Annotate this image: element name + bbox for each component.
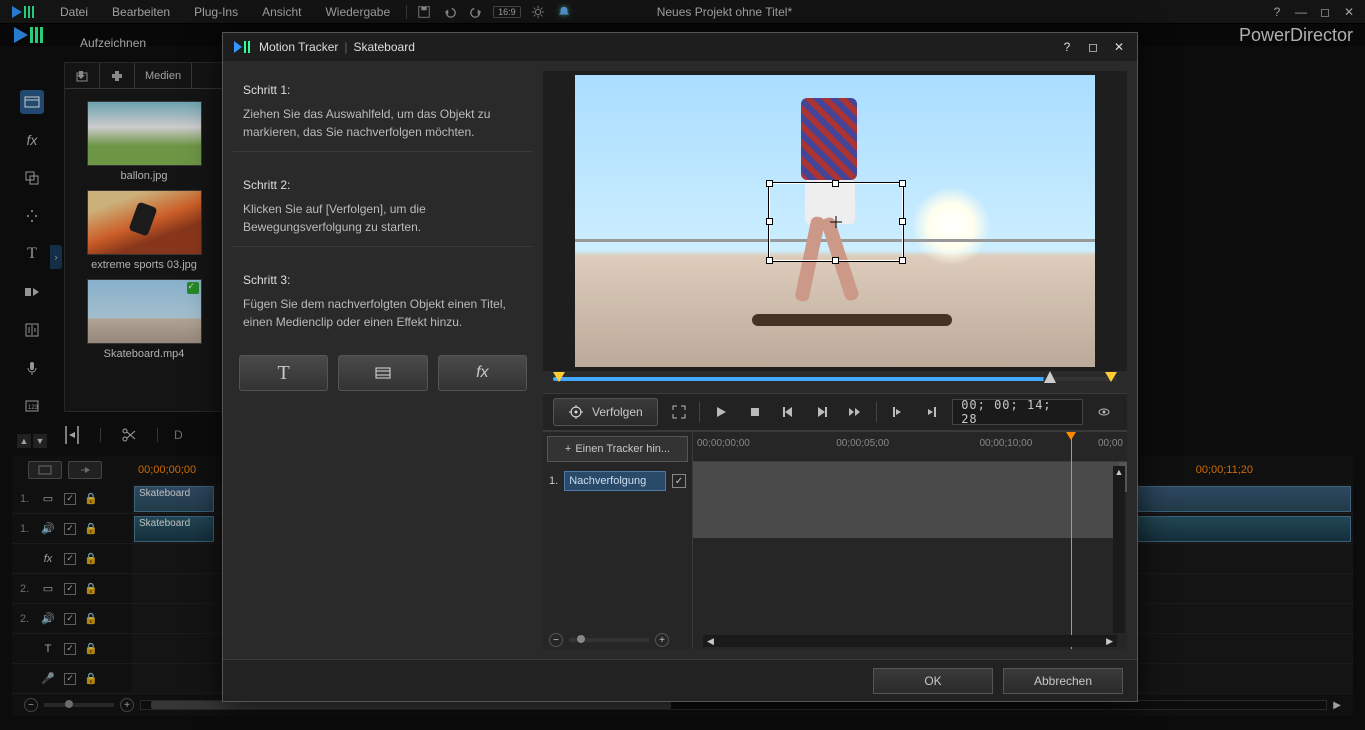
step-1: Schritt 1: Ziehen Sie das Auswahlfeld, u… (233, 71, 533, 152)
tracker-hscroll[interactable]: ◀▶ (703, 635, 1117, 647)
preview-image (575, 75, 1095, 367)
prev-frame-icon[interactable] (775, 399, 801, 425)
tracker-enable-checkbox[interactable]: ✓ (672, 474, 686, 488)
track-button[interactable]: Verfolgen (553, 398, 658, 426)
playhead-icon[interactable] (1044, 371, 1056, 383)
play-icon[interactable] (708, 399, 734, 425)
tracker-vscroll[interactable]: ▲ (1113, 466, 1125, 633)
motion-tracker-dialog: Motion Tracker | Skateboard ? ◻ ✕ Schrit… (222, 32, 1138, 702)
mark-in-icon[interactable] (553, 372, 565, 382)
mark-out-button[interactable] (919, 399, 945, 425)
mark-out-icon[interactable] (1105, 372, 1117, 382)
preview-range-slider[interactable] (543, 371, 1127, 393)
step-2: Schritt 2: Klicken Sie auf [Verfolgen], … (233, 166, 533, 247)
tracker-zoom-slider[interactable] (577, 635, 585, 643)
tracker-row-header: 1. Nachverfolgung ✓ (543, 466, 692, 496)
add-tracker-button[interactable]: +Einen Tracker hin... (547, 436, 688, 462)
next-frame-icon[interactable] (809, 399, 835, 425)
dialog-title: Motion Tracker (259, 40, 338, 54)
tracker-timeline: +Einen Tracker hin... 1. Nachverfolgung … (543, 431, 1127, 649)
tracker-zoom-in-icon[interactable]: + (655, 633, 669, 647)
tracker-selection[interactable] (769, 183, 903, 261)
step-3: Schritt 3: Fügen Sie dem nachverfolgten … (233, 261, 533, 341)
cancel-button[interactable]: Abbrechen (1003, 668, 1123, 694)
dialog-footer: OK Abbrechen (223, 659, 1137, 701)
preview-panel: Verfolgen 00; 00; 14; 28 +Einen Tracker … (543, 71, 1127, 649)
add-title-button[interactable]: T (239, 355, 328, 391)
dialog-titlebar[interactable]: Motion Tracker | Skateboard ? ◻ ✕ (223, 33, 1137, 61)
fast-forward-icon[interactable] (843, 399, 869, 425)
fit-icon[interactable] (666, 399, 692, 425)
preview-viewport[interactable] (543, 71, 1127, 371)
add-clip-button[interactable] (338, 355, 427, 391)
tracker-label[interactable]: Nachverfolgung (564, 471, 666, 491)
steps-panel: Schritt 1: Ziehen Sie das Auswahlfeld, u… (233, 71, 533, 649)
dialog-close-icon[interactable]: ✕ (1111, 39, 1127, 55)
dialog-maximize-icon[interactable]: ◻ (1085, 39, 1101, 55)
tracker-ruler[interactable]: 00;00;00;00 00;00;05;00 00;00;10;00 00;0… (693, 432, 1127, 462)
stop-icon[interactable] (742, 399, 768, 425)
preview-quality-icon[interactable] (1091, 399, 1117, 425)
app-logo-icon (233, 40, 253, 54)
timecode-display[interactable]: 00; 00; 14; 28 (952, 399, 1083, 425)
tracker-zoom-out-icon[interactable]: − (549, 633, 563, 647)
tracker-empty-area (693, 462, 1119, 538)
crosshair-icon (830, 216, 842, 228)
preview-controls: Verfolgen 00; 00; 14; 28 (543, 393, 1127, 431)
add-effect-button[interactable]: fx (438, 355, 527, 391)
mark-in-button[interactable] (885, 399, 911, 425)
tracker-playhead[interactable] (1071, 432, 1072, 649)
dialog-help-icon[interactable]: ? (1059, 39, 1075, 55)
dialog-crumb: Skateboard (353, 40, 414, 54)
ok-button[interactable]: OK (873, 668, 993, 694)
